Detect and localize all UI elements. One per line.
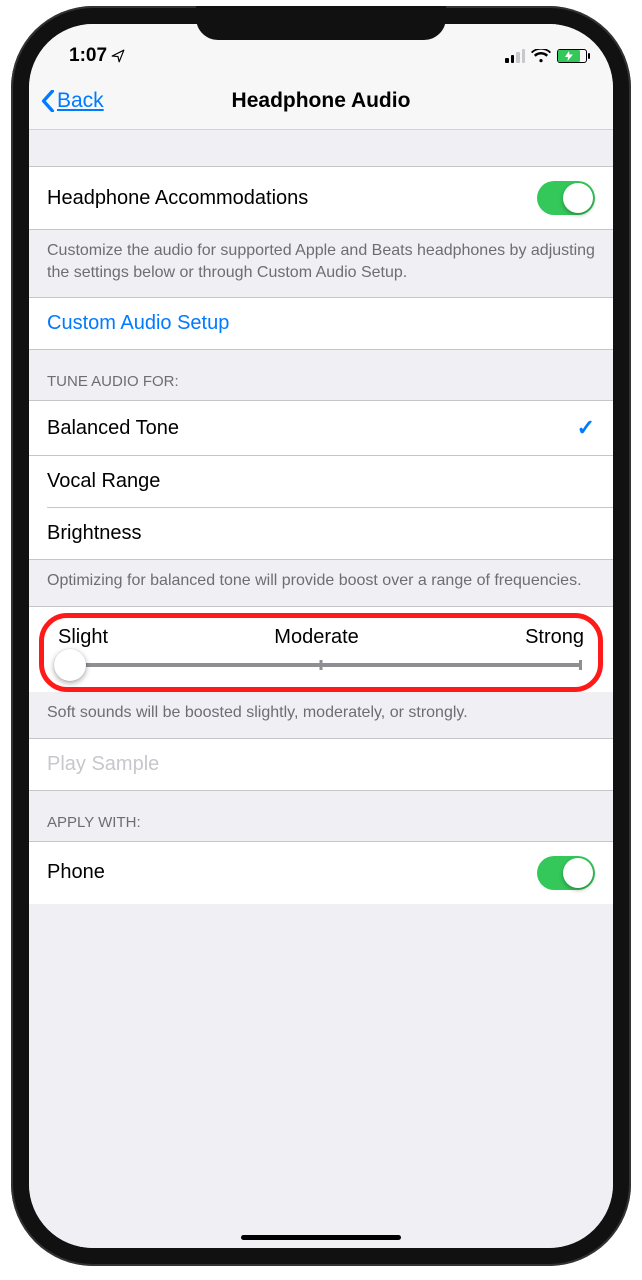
- tune-audio-header: Tune Audio For:: [29, 350, 613, 400]
- location-arrow-icon: [111, 49, 125, 63]
- back-label: Back: [57, 89, 104, 113]
- wifi-icon: [531, 49, 551, 63]
- page-title: Headphone Audio: [232, 89, 411, 113]
- boost-label-slight: Slight: [58, 626, 108, 649]
- battery-icon: [557, 49, 587, 63]
- apply-with-phone-toggle[interactable]: [537, 856, 595, 890]
- headphone-accommodations-toggle[interactable]: [537, 181, 595, 215]
- headphone-accommodations-footer: Customize the audio for supported Apple …: [29, 230, 613, 297]
- play-sample-label: Play Sample: [47, 753, 159, 776]
- tune-option-brightness[interactable]: Brightness: [47, 508, 613, 559]
- boost-slider-highlight: Slight Moderate Strong: [39, 613, 603, 692]
- headphone-accommodations-row: Headphone Accommodations: [29, 166, 613, 230]
- boost-label-strong: Strong: [525, 626, 584, 649]
- slider-tick-icon: [579, 660, 582, 670]
- tune-audio-group: Balanced Tone ✓ Vocal Range Brightness: [29, 400, 613, 560]
- headphone-accommodations-label: Headphone Accommodations: [47, 187, 308, 210]
- status-time: 1:07: [69, 45, 125, 67]
- tune-option-label: Balanced Tone: [47, 417, 179, 440]
- cellular-signal-icon: [505, 49, 525, 63]
- apply-with-phone-row: Phone: [29, 841, 613, 904]
- checkmark-icon: ✓: [577, 415, 595, 441]
- boost-slider[interactable]: [60, 663, 582, 667]
- notch: [196, 6, 446, 40]
- boost-label-moderate: Moderate: [274, 626, 359, 649]
- play-sample-button[interactable]: Play Sample: [29, 738, 613, 791]
- tune-option-label: Brightness: [47, 522, 142, 545]
- content-scroll[interactable]: Headphone Accommodations Customize the a…: [29, 130, 613, 1248]
- tune-option-balanced-tone[interactable]: Balanced Tone ✓: [29, 401, 613, 456]
- apply-with-phone-label: Phone: [47, 861, 105, 884]
- boost-slider-labels: Slight Moderate Strong: [58, 626, 584, 649]
- device-frame: 1:07: [11, 6, 631, 1266]
- screen: 1:07: [29, 24, 613, 1248]
- custom-audio-setup-button[interactable]: Custom Audio Setup: [29, 297, 613, 350]
- slider-tick-icon: [320, 660, 323, 670]
- back-button[interactable]: Back: [41, 89, 104, 113]
- tune-audio-footer: Optimizing for balanced tone will provid…: [29, 560, 613, 606]
- custom-audio-setup-label: Custom Audio Setup: [47, 312, 229, 335]
- status-time-text: 1:07: [69, 45, 107, 67]
- slider-thumb[interactable]: [54, 649, 86, 681]
- nav-bar: Back Headphone Audio: [29, 72, 613, 130]
- boost-slider-section: Slight Moderate Strong: [29, 606, 613, 692]
- home-indicator[interactable]: [241, 1235, 401, 1240]
- apply-with-header: Apply With:: [29, 791, 613, 841]
- tune-option-label: Vocal Range: [47, 470, 160, 493]
- tune-option-vocal-range[interactable]: Vocal Range: [47, 456, 613, 508]
- boost-footer: Soft sounds will be boosted slightly, mo…: [29, 692, 613, 738]
